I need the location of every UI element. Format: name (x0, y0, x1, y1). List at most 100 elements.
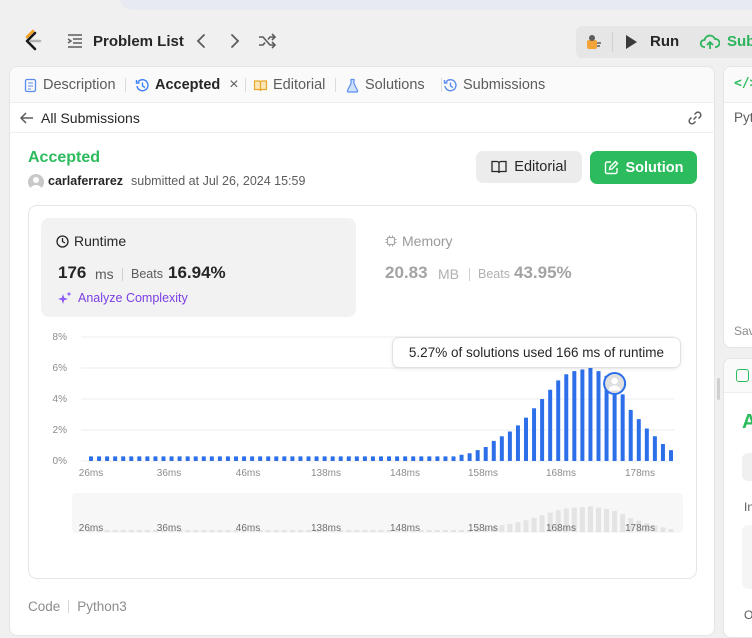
chart-bar (113, 456, 118, 461)
panel-resize-handle[interactable] (717, 378, 720, 400)
range-bar (604, 508, 610, 532)
language-selector[interactable]: Pyt (734, 110, 752, 125)
chart-bar (524, 417, 528, 461)
problem-list-icon[interactable] (66, 32, 84, 50)
range-bar (515, 522, 521, 532)
toolbar-separator (612, 32, 613, 52)
chart-bar (483, 447, 488, 461)
chevron-right-icon[interactable] (225, 31, 245, 51)
range-bar (128, 530, 134, 532)
tab-separator (441, 78, 442, 92)
y-tick-label: 0% (53, 456, 68, 467)
chart-bar (620, 394, 625, 461)
tab-accepted[interactable]: Accepted × (135, 75, 239, 95)
history-icon (443, 78, 457, 91)
close-icon[interactable]: × (229, 76, 238, 94)
chip-icon (385, 235, 397, 247)
range-bar (346, 530, 352, 532)
range-bar (370, 530, 376, 532)
analyze-complexity-link[interactable]: Analyze Complexity (58, 291, 188, 305)
range-bar (434, 530, 440, 532)
submit-button[interactable]: Sub (727, 33, 752, 50)
cloud-upload-icon[interactable] (700, 33, 720, 51)
tab-description[interactable]: Description (23, 75, 116, 95)
range-tick-label: 138ms (311, 523, 341, 534)
x-tick-label: 148ms (390, 468, 420, 479)
testcase-tab[interactable] (742, 453, 752, 481)
username[interactable]: carlaferrarez (48, 174, 123, 188)
range-bar (362, 530, 368, 532)
flask-icon (346, 78, 359, 93)
result-status: A (742, 411, 752, 434)
tab-solutions[interactable]: Solutions (345, 75, 425, 95)
avatar[interactable] (28, 174, 44, 190)
range-bar (507, 524, 513, 532)
tab-editorial[interactable]: Editorial (253, 75, 325, 95)
code-icon[interactable]: </> (734, 76, 752, 91)
range-bar (523, 520, 529, 532)
tab-submissions-label: Submissions (463, 77, 546, 93)
stat-separator (469, 268, 470, 281)
range-bar (579, 507, 585, 532)
chart-bar (129, 456, 134, 461)
run-button[interactable]: Run (650, 33, 679, 50)
chart-bar (177, 456, 182, 461)
leetcode-logo-icon[interactable] (20, 29, 44, 53)
memory-beats-label: Beats (478, 267, 510, 281)
link-icon[interactable] (686, 109, 704, 127)
chevron-left-icon[interactable] (191, 31, 211, 51)
tab-bar: Description Accepted × Editorial Solutio… (10, 67, 714, 103)
chart-bar (491, 440, 496, 461)
chart-bar (459, 454, 464, 461)
chart-bar (274, 456, 279, 461)
runtime-box[interactable]: Runtime 176 ms Beats 16.94% Analyze Comp… (41, 218, 356, 317)
chart-bar (475, 450, 480, 461)
all-submissions-link[interactable]: All Submissions (41, 110, 140, 126)
x-tick-label: 36ms (157, 468, 181, 479)
range-bar (660, 527, 666, 532)
book-icon (253, 79, 268, 91)
editorial-button[interactable]: Editorial (476, 151, 582, 183)
memory-heading[interactable]: Memory (385, 233, 453, 249)
tab-submissions[interactable]: Submissions (443, 75, 545, 95)
chart-bar (330, 456, 335, 461)
chart-bar (628, 409, 633, 461)
chart-bar (362, 456, 367, 461)
chart-bar (435, 456, 440, 461)
problem-list-label[interactable]: Problem List (93, 33, 184, 50)
y-tick-label: 6% (53, 363, 68, 374)
editorial-button-label: Editorial (514, 159, 567, 175)
range-bar (531, 517, 537, 532)
chart-bar (669, 450, 673, 461)
code-separator (68, 600, 70, 613)
url-bar[interactable] (120, 0, 752, 10)
debug-icon[interactable] (584, 33, 602, 51)
x-tick-label: 26ms (79, 468, 103, 479)
sparkle-icon (58, 291, 72, 304)
tab-solutions-label: Solutions (365, 77, 425, 93)
test-result-panel: A In O (723, 358, 752, 638)
range-bar (426, 530, 432, 532)
chart-bar (346, 456, 351, 461)
range-bar (587, 506, 593, 532)
arrow-left-icon[interactable] (19, 110, 35, 126)
y-tick-label: 2% (53, 425, 68, 436)
runtime-unit: ms (95, 266, 114, 282)
chart-bar (338, 456, 343, 461)
chart-bar (564, 374, 569, 461)
range-bar (265, 530, 271, 532)
chart-bar (612, 383, 617, 461)
input-label: In (744, 500, 752, 514)
x-tick-label: 138ms (311, 468, 341, 479)
solution-button[interactable]: Solution (590, 151, 697, 184)
chart-bar (652, 436, 657, 461)
run-toolbar: Run Sub (576, 26, 752, 58)
shuffle-icon[interactable] (257, 31, 277, 51)
play-icon[interactable] (624, 34, 638, 50)
runtime-beats-label: Beats (131, 267, 163, 281)
chart-bar (403, 456, 408, 461)
tab-description-label: Description (43, 77, 116, 93)
chart-bar (540, 399, 545, 461)
checkbox-icon[interactable] (736, 369, 749, 382)
chart-bar (298, 456, 303, 461)
